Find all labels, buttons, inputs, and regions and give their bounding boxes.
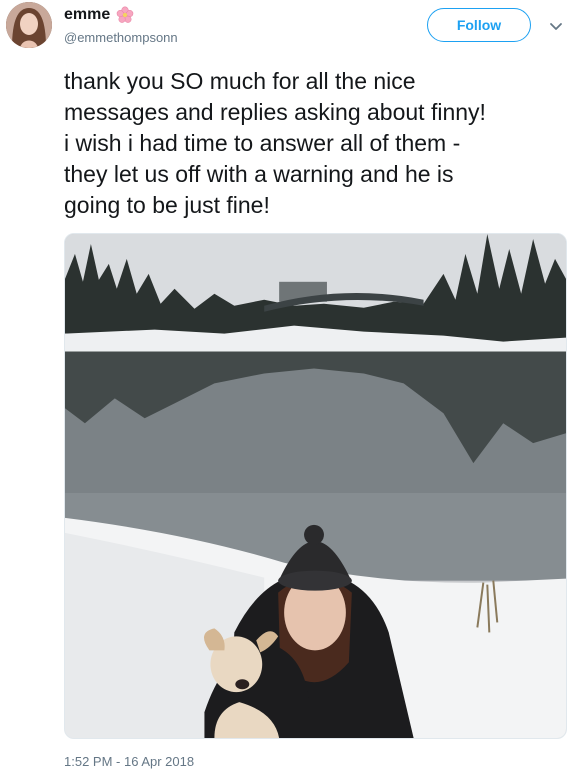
tweet-photo[interactable] xyxy=(64,233,567,739)
tweet-timestamp[interactable]: 1:52 PM - 16 Apr 2018 xyxy=(64,754,194,769)
chevron-down-icon[interactable] xyxy=(548,18,564,34)
name-row: emme xyxy=(64,6,134,24)
tweet-text: thank you SO much for all the nice messa… xyxy=(64,68,486,218)
avatar[interactable] xyxy=(6,2,52,48)
user-handle[interactable]: @emmethompsonn xyxy=(64,30,178,45)
follow-button[interactable]: Follow xyxy=(427,8,531,42)
cherry-blossom-icon xyxy=(116,6,134,24)
display-name[interactable]: emme xyxy=(64,6,110,24)
